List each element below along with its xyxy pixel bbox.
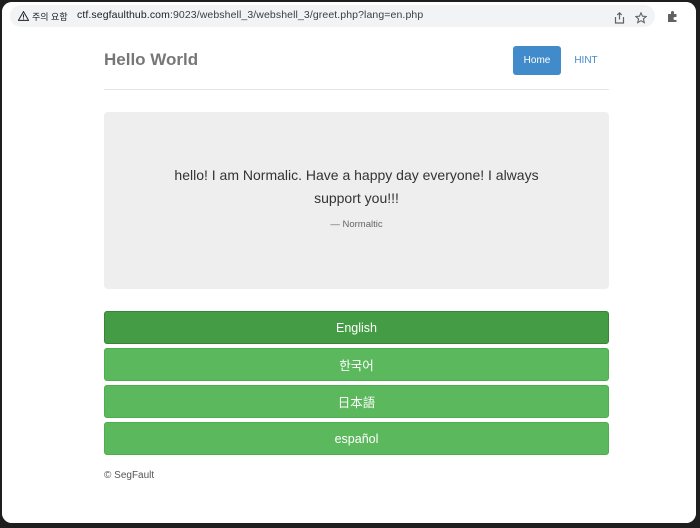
greeting-message: hello! I am Normalic. Have a happy day e… [174, 167, 539, 206]
lang-button-english[interactable]: English [104, 311, 609, 344]
extensions-icon[interactable] [665, 9, 679, 23]
address-bar[interactable]: 주의 요함 ctf.segfaulthub.com:9023/webshell_… [10, 5, 655, 27]
url-text[interactable]: ctf.segfaulthub.com:9023/webshell_3/webs… [77, 9, 423, 21]
security-indicator[interactable]: 주의 요함 [18, 7, 68, 25]
footer-copyright: © SegFault [104, 470, 155, 481]
page-title: Hello World [104, 50, 199, 69]
web-page: Hello World Home HINT hello! I am Normal… [2, 30, 696, 523]
lang-button-korean[interactable]: 한국어 [104, 348, 609, 381]
url-host: ctf.segfaulthub.com [77, 9, 170, 21]
security-label: 주의 요함 [32, 11, 68, 22]
lang-button-japanese[interactable]: 日本語 [104, 385, 609, 418]
browser-toolbar: 주의 요함 ctf.segfaulthub.com:9023/webshell_… [2, 2, 696, 30]
header-divider [104, 89, 609, 90]
browser-window: 주의 요함 ctf.segfaulthub.com:9023/webshell_… [2, 2, 696, 523]
bookmark-star-icon[interactable] [634, 11, 648, 25]
lang-button-spanish[interactable]: español [104, 422, 609, 455]
greeting-attribution: — Normaltic [330, 219, 383, 230]
nav-hint-link[interactable]: HINT [568, 46, 604, 75]
nav-home-button[interactable]: Home [513, 46, 561, 75]
url-path: :9023/webshell_3/webshell_3/greet.php?la… [169, 9, 424, 21]
share-icon[interactable] [612, 11, 626, 25]
warning-icon [18, 11, 29, 21]
greeting-panel: hello! I am Normalic. Have a happy day e… [104, 112, 609, 289]
